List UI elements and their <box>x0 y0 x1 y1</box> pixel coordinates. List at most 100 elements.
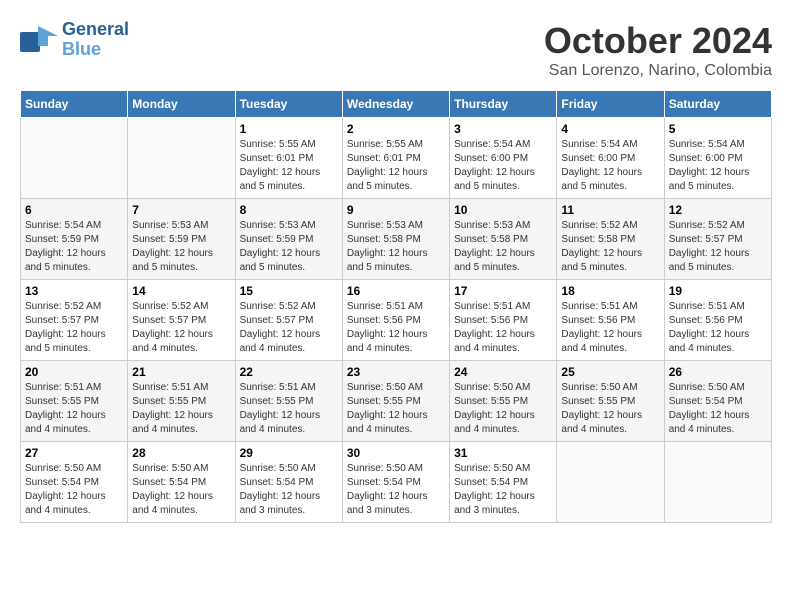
day-info: Sunrise: 5:51 AMSunset: 5:55 PMDaylight:… <box>240 381 338 437</box>
calendar-day-cell: 24 Sunrise: 5:50 AMSunset: 5:55 PMDayligh… <box>450 361 557 442</box>
day-info: Sunrise: 5:51 AMSunset: 5:55 PMDaylight:… <box>132 381 230 437</box>
calendar-day-cell: 7Sunrise: 5:53 AMSunset: 5:59 PMDaylight… <box>128 199 235 280</box>
day-number: 20 <box>25 365 123 379</box>
calendar-week-row: 27 Sunrise: 5:50 AMSunset: 5:54 PMDayligh… <box>21 442 772 523</box>
calendar-day-cell: 5 Sunrise: 5:54 AMSunset: 6:00 PMDaylight… <box>664 118 771 199</box>
day-of-week-header: Monday <box>128 91 235 118</box>
day-info: Sunrise: 5:52 AMSunset: 5:57 PMDaylight:… <box>25 300 123 356</box>
day-number: 29 <box>240 446 338 460</box>
day-info: Sunrise: 5:52 AMSunset: 5:57 PMDaylight:… <box>132 300 230 356</box>
day-number: 19 <box>669 284 767 298</box>
calendar-day-cell: 20 Sunrise: 5:51 AMSunset: 5:55 PMDayligh… <box>21 361 128 442</box>
day-number: 1 <box>240 122 338 136</box>
day-of-week-header: Friday <box>557 91 664 118</box>
calendar-day-cell: 10 Sunrise: 5:53 AMSunset: 5:58 PMDayligh… <box>450 199 557 280</box>
day-info: Sunrise: 5:55 AMSunset: 6:01 PMDaylight:… <box>347 138 445 194</box>
logo-icon <box>20 24 58 56</box>
day-info: Sunrise: 5:51 AMSunset: 5:56 PMDaylight:… <box>347 300 445 356</box>
day-info: Sunrise: 5:50 AMSunset: 5:55 PMDaylight:… <box>347 381 445 437</box>
day-number: 14 <box>132 284 230 298</box>
day-number: 9 <box>347 203 445 217</box>
day-number: 4 <box>561 122 659 136</box>
day-number: 11 <box>561 203 659 217</box>
logo: General Blue <box>20 20 129 60</box>
calendar-day-cell: 28 Sunrise: 5:50 AMSunset: 5:54 PMDayligh… <box>128 442 235 523</box>
calendar-day-cell <box>664 442 771 523</box>
day-number: 24 <box>454 365 552 379</box>
day-info: Sunrise: 5:50 AMSunset: 5:55 PMDaylight:… <box>454 381 552 437</box>
day-info: Sunrise: 5:54 AMSunset: 6:00 PMDaylight:… <box>454 138 552 194</box>
calendar-week-row: 13 Sunrise: 5:52 AMSunset: 5:57 PMDayligh… <box>21 280 772 361</box>
calendar-day-cell: 2 Sunrise: 5:55 AMSunset: 6:01 PMDaylight… <box>342 118 449 199</box>
day-number: 22 <box>240 365 338 379</box>
calendar-day-cell: 14 Sunrise: 5:52 AMSunset: 5:57 PMDayligh… <box>128 280 235 361</box>
day-number: 21 <box>132 365 230 379</box>
location-title: San Lorenzo, Narino, Colombia <box>544 62 772 80</box>
day-number: 15 <box>240 284 338 298</box>
calendar-day-cell: 6 Sunrise: 5:54 AMSunset: 5:59 PMDaylight… <box>21 199 128 280</box>
day-of-week-header: Saturday <box>664 91 771 118</box>
day-number: 10 <box>454 203 552 217</box>
logo-text-line2: Blue <box>62 40 129 60</box>
day-info: Sunrise: 5:54 AMSunset: 6:00 PMDaylight:… <box>561 138 659 194</box>
day-number: 6 <box>25 203 123 217</box>
calendar-day-cell: 8Sunrise: 5:53 AMSunset: 5:59 PMDaylight… <box>235 199 342 280</box>
calendar-day-cell: 15 Sunrise: 5:52 AMSunset: 5:57 PMDayligh… <box>235 280 342 361</box>
calendar-day-cell: 1Sunrise: 5:55 AMSunset: 6:01 PMDaylight… <box>235 118 342 199</box>
day-number: 17 <box>454 284 552 298</box>
day-info: Sunrise: 5:50 AMSunset: 5:54 PMDaylight:… <box>347 462 445 518</box>
calendar-day-cell: 17 Sunrise: 5:51 AMSunset: 5:56 PMDayligh… <box>450 280 557 361</box>
calendar-day-cell: 29 Sunrise: 5:50 AMSunset: 5:54 PMDayligh… <box>235 442 342 523</box>
calendar-day-cell <box>557 442 664 523</box>
calendar-day-cell: 11 Sunrise: 5:52 AMSunset: 5:58 PMDayligh… <box>557 199 664 280</box>
calendar-day-cell: 18 Sunrise: 5:51 AMSunset: 5:56 PMDayligh… <box>557 280 664 361</box>
day-of-week-header: Sunday <box>21 91 128 118</box>
day-info: Sunrise: 5:53 AMSunset: 5:59 PMDaylight:… <box>132 219 230 275</box>
day-number: 2 <box>347 122 445 136</box>
day-info: Sunrise: 5:54 AMSunset: 6:00 PMDaylight:… <box>669 138 767 194</box>
calendar-day-cell: 3Sunrise: 5:54 AMSunset: 6:00 PMDaylight… <box>450 118 557 199</box>
day-info: Sunrise: 5:51 AMSunset: 5:56 PMDaylight:… <box>561 300 659 356</box>
day-info: Sunrise: 5:54 AMSunset: 5:59 PMDaylight:… <box>25 219 123 275</box>
day-info: Sunrise: 5:50 AMSunset: 5:54 PMDaylight:… <box>240 462 338 518</box>
day-info: Sunrise: 5:52 AMSunset: 5:58 PMDaylight:… <box>561 219 659 275</box>
calendar-day-cell: 25 Sunrise: 5:50 AMSunset: 5:55 PMDayligh… <box>557 361 664 442</box>
logo-text-line1: General <box>62 20 129 40</box>
day-number: 25 <box>561 365 659 379</box>
day-info: Sunrise: 5:52 AMSunset: 5:57 PMDaylight:… <box>240 300 338 356</box>
day-info: Sunrise: 5:50 AMSunset: 5:54 PMDaylight:… <box>132 462 230 518</box>
day-of-week-header: Tuesday <box>235 91 342 118</box>
calendar-day-cell: 12Sunrise: 5:52 AMSunset: 5:57 PMDayligh… <box>664 199 771 280</box>
calendar-day-cell: 19 Sunrise: 5:51 AMSunset: 5:56 PMDayligh… <box>664 280 771 361</box>
calendar-day-cell <box>21 118 128 199</box>
calendar-day-cell: 26 Sunrise: 5:50 AMSunset: 5:54 PMDayligh… <box>664 361 771 442</box>
calendar-day-cell: 27 Sunrise: 5:50 AMSunset: 5:54 PMDayligh… <box>21 442 128 523</box>
day-of-week-header: Thursday <box>450 91 557 118</box>
page-header: General Blue October 2024 San Lorenzo, N… <box>20 20 772 80</box>
calendar-week-row: 20 Sunrise: 5:51 AMSunset: 5:55 PMDayligh… <box>21 361 772 442</box>
day-number: 28 <box>132 446 230 460</box>
calendar-day-cell <box>128 118 235 199</box>
day-number: 5 <box>669 122 767 136</box>
day-info: Sunrise: 5:50 AMSunset: 5:55 PMDaylight:… <box>561 381 659 437</box>
calendar-day-cell: 30Sunrise: 5:50 AMSunset: 5:54 PMDayligh… <box>342 442 449 523</box>
day-info: Sunrise: 5:51 AMSunset: 5:56 PMDaylight:… <box>454 300 552 356</box>
calendar-day-cell: 9 Sunrise: 5:53 AMSunset: 5:58 PMDaylight… <box>342 199 449 280</box>
calendar-week-row: 6 Sunrise: 5:54 AMSunset: 5:59 PMDaylight… <box>21 199 772 280</box>
day-number: 18 <box>561 284 659 298</box>
day-info: Sunrise: 5:50 AMSunset: 5:54 PMDaylight:… <box>25 462 123 518</box>
day-info: Sunrise: 5:53 AMSunset: 5:58 PMDaylight:… <box>347 219 445 275</box>
calendar-day-cell: 22 Sunrise: 5:51 AMSunset: 5:55 PMDayligh… <box>235 361 342 442</box>
calendar-day-cell: 31Sunrise: 5:50 AMSunset: 5:54 PMDayligh… <box>450 442 557 523</box>
day-number: 31 <box>454 446 552 460</box>
day-number: 12 <box>669 203 767 217</box>
day-info: Sunrise: 5:51 AMSunset: 5:56 PMDaylight:… <box>669 300 767 356</box>
day-info: Sunrise: 5:53 AMSunset: 5:58 PMDaylight:… <box>454 219 552 275</box>
calendar-day-cell: 13 Sunrise: 5:52 AMSunset: 5:57 PMDayligh… <box>21 280 128 361</box>
day-of-week-header: Wednesday <box>342 91 449 118</box>
day-info: Sunrise: 5:50 AMSunset: 5:54 PMDaylight:… <box>669 381 767 437</box>
day-number: 27 <box>25 446 123 460</box>
day-info: Sunrise: 5:51 AMSunset: 5:55 PMDaylight:… <box>25 381 123 437</box>
day-number: 13 <box>25 284 123 298</box>
day-number: 26 <box>669 365 767 379</box>
